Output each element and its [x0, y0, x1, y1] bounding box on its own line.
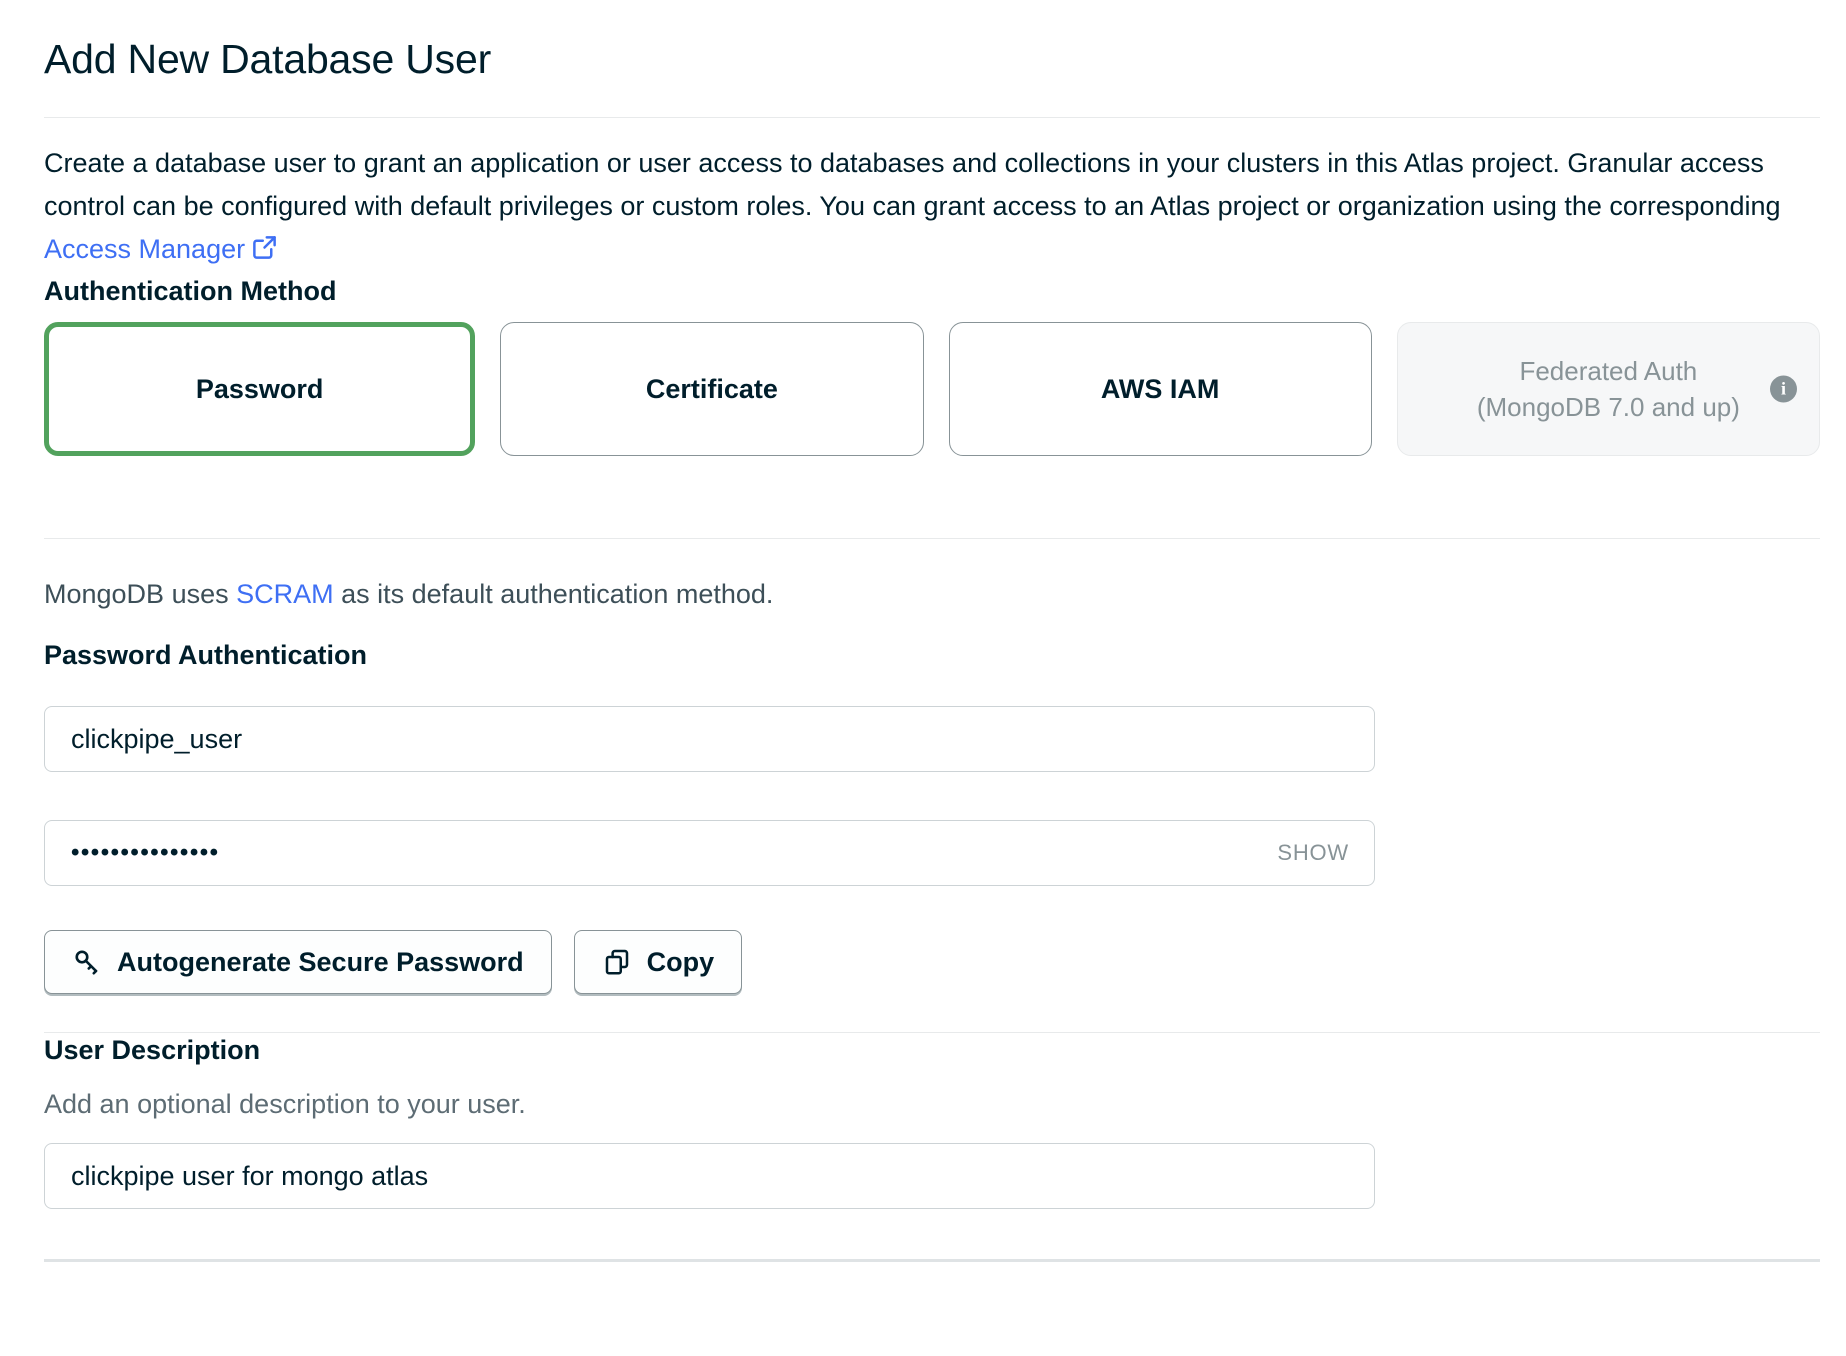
key-icon: [72, 947, 102, 977]
copy-password-label: Copy: [647, 947, 715, 978]
username-field-wrap: [44, 706, 1375, 772]
divider: [44, 117, 1820, 118]
external-link-icon: [251, 231, 278, 274]
auth-option-certificate[interactable]: Certificate: [500, 322, 923, 456]
password-authentication-heading: Password Authentication: [44, 638, 1820, 672]
show-password-toggle[interactable]: SHOW: [1277, 840, 1349, 866]
auth-option-password[interactable]: Password: [44, 322, 475, 456]
bottom-divider: [44, 1259, 1820, 1262]
auth-option-certificate-label: Certificate: [646, 374, 778, 405]
autogenerate-password-button[interactable]: Autogenerate Secure Password: [44, 930, 552, 994]
user-description-helper: Add an optional description to your user…: [44, 1087, 1820, 1121]
scram-link[interactable]: SCRAM: [236, 579, 334, 609]
divider: [44, 538, 1820, 539]
auth-option-federated-auth: Federated Auth (MongoDB 7.0 and up) i: [1397, 322, 1820, 456]
auth-option-federated-label: Federated Auth (MongoDB 7.0 and up): [1477, 353, 1740, 425]
auth-option-aws-iam[interactable]: AWS IAM: [949, 322, 1372, 456]
copy-icon: [602, 947, 632, 977]
autogenerate-password-label: Autogenerate Secure Password: [117, 947, 524, 978]
intro-paragraph: Create a database user to grant an appli…: [44, 142, 1806, 274]
scram-note: MongoDB uses SCRAM as its default authen…: [44, 577, 1820, 611]
username-input[interactable]: [44, 706, 1375, 772]
copy-password-button[interactable]: Copy: [574, 930, 743, 994]
add-database-user-form: Add New Database User Create a database …: [44, 0, 1820, 1262]
password-buttons-row: Autogenerate Secure Password Copy: [44, 930, 1820, 994]
auth-option-aws-iam-label: AWS IAM: [1101, 374, 1220, 405]
scram-note-after: as its default authentication method.: [334, 579, 774, 609]
auth-option-password-label: Password: [196, 374, 324, 405]
page-title: Add New Database User: [44, 34, 1820, 84]
description-field-wrap: [44, 1143, 1375, 1209]
info-icon[interactable]: i: [1770, 376, 1797, 403]
user-description-heading: User Description: [44, 1033, 1820, 1067]
password-field-wrap: SHOW: [44, 820, 1375, 886]
authentication-method-heading: Authentication Method: [44, 274, 1820, 308]
password-input[interactable]: [44, 820, 1375, 886]
user-description-input[interactable]: [44, 1143, 1375, 1209]
auth-method-options: Password Certificate AWS IAM Federated A…: [44, 322, 1820, 456]
intro-text: Create a database user to grant an appli…: [44, 148, 1781, 221]
access-manager-link[interactable]: Access Manager: [44, 234, 245, 264]
scram-note-before: MongoDB uses: [44, 579, 236, 609]
